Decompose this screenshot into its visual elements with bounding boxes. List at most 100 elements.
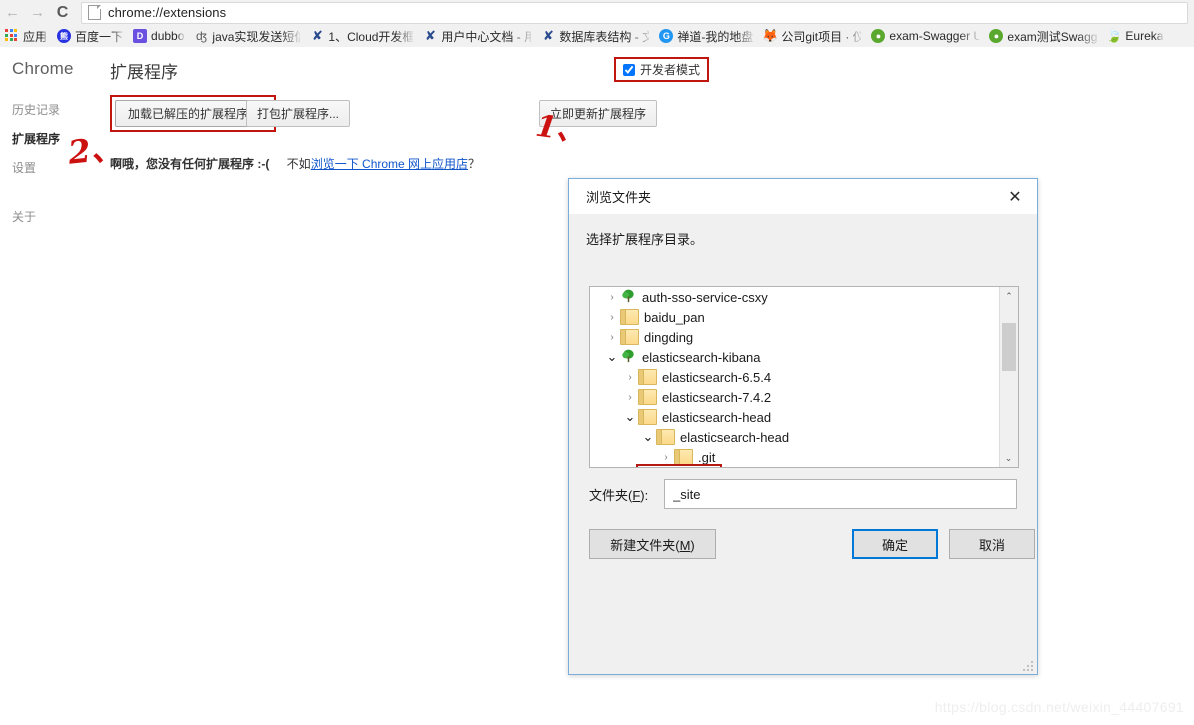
tree-item[interactable]: › baidu_pan xyxy=(590,307,998,327)
sidebar-divider xyxy=(0,182,110,202)
developer-mode-row: 开发者模式 xyxy=(613,57,709,82)
tree-item-label: elasticsearch-head xyxy=(662,409,772,425)
java-icon: ʤ xyxy=(195,29,207,43)
scrollbar-thumb[interactable] xyxy=(1002,323,1016,371)
tree-green-icon xyxy=(620,349,637,364)
sidebar-item-extensions[interactable]: 扩展程序 xyxy=(0,124,110,153)
sidebar-item-label: 关于 xyxy=(12,210,37,224)
sidebar-item-settings[interactable]: 设置 xyxy=(0,153,110,182)
bookmark-eureka[interactable]: 🍃 Eureka xyxy=(1102,25,1168,47)
chevron-down-icon[interactable]: ⌄ xyxy=(640,430,656,443)
folder-tree-list: › auth-sso-service-csxy › baidu_pan › dingdin… xyxy=(590,287,998,467)
folder-field-label: 文件夹(F): xyxy=(589,485,664,504)
tree-scrollbar[interactable]: ⌃ ⌄ xyxy=(999,287,1018,467)
new-folder-button[interactable]: 新建文件夹(M) xyxy=(589,529,716,559)
bookmark-label: 公司git项目 · 仪表 xyxy=(781,29,861,44)
pack-extension-button[interactable]: 打包扩展程序... xyxy=(246,100,351,127)
dialog-buttons: 新建文件夹(M) 确定 取消 xyxy=(589,529,1035,559)
bookmark-label: 用户中心文档 - 用 xyxy=(441,29,532,44)
tree-item[interactable]: › elasticsearch-7.4.2 xyxy=(590,387,998,407)
new-folder-label-post: ) xyxy=(690,537,695,553)
cancel-button[interactable]: 取消 xyxy=(949,529,1035,559)
bookmark-baidu[interactable]: 熊 百度一下 xyxy=(52,25,128,47)
chevron-right-icon[interactable]: › xyxy=(604,292,620,303)
bookmark-label: java实现发送短信 xyxy=(212,29,301,44)
resize-grip-icon[interactable] xyxy=(1023,661,1033,671)
sidebar-item-label: 历史记录 xyxy=(12,103,61,117)
extension-action-buttons: 加载已解压的扩展程序... 打包扩展程序... 立即更新扩展程序 xyxy=(110,95,1194,132)
folder-name-row: 文件夹(F): xyxy=(589,479,1017,509)
ok-button[interactable]: 确定 xyxy=(852,529,938,559)
bookmark-cloud-framework[interactable]: ✘ 1、Cloud开发框架 xyxy=(305,25,418,47)
bookmark-dubbo[interactable]: D dubbo xyxy=(128,25,189,47)
tree-item[interactable]: › dingding xyxy=(590,327,998,347)
bookmark-label: 禅道-我的地盘 xyxy=(677,29,754,44)
no-extensions-text: 啊哦，您没有任何扩展程序 :-( xyxy=(110,157,270,171)
folder-name-input[interactable] xyxy=(664,479,1017,509)
bookmark-company-git[interactable]: 🦊 公司git项目 · 仪表 xyxy=(758,25,866,47)
developer-mode-toggle[interactable]: 开发者模式 xyxy=(613,57,709,82)
chevron-right-icon[interactable]: › xyxy=(604,332,620,343)
bookmark-java-sms[interactable]: ʤ java实现发送短信 xyxy=(189,25,305,47)
tree-item[interactable]: ⌄ elasticsearch-head xyxy=(590,407,998,427)
reload-icon[interactable]: C xyxy=(50,0,75,25)
folder-icon xyxy=(620,329,639,345)
tree-item-label: auth-sso-service-csxy xyxy=(642,289,768,305)
tree-item[interactable]: › elasticsearch-6.5.4 xyxy=(590,367,998,387)
bookmark-db-schema[interactable]: ✘ 数据库表结构 - 文 xyxy=(536,25,654,47)
tree-item-label: .git xyxy=(698,449,716,465)
bookmark-label: dubbo xyxy=(151,29,185,43)
folder-icon xyxy=(656,429,675,445)
dialog-titlebar: 浏览文件夹 ✕ xyxy=(569,179,1037,214)
chevron-right-icon[interactable]: › xyxy=(658,452,674,463)
apps-grid-icon xyxy=(5,29,19,43)
tree-item[interactable]: › .git xyxy=(590,447,998,467)
sidebar-item-history[interactable]: 历史记录 xyxy=(0,95,110,124)
bookmark-zentao[interactable]: G 禅道-我的地盘 xyxy=(654,25,758,47)
chevron-right-icon[interactable]: › xyxy=(622,392,638,403)
tree-item[interactable]: ⌄ elasticsearch-head xyxy=(590,427,998,447)
sidebar-item-about[interactable]: 关于 xyxy=(0,202,110,231)
tree-item-label: baidu_pan xyxy=(644,309,705,325)
scroll-up-arrow-icon[interactable]: ⌃ xyxy=(1000,287,1018,305)
forward-arrow-icon[interactable]: → xyxy=(25,0,50,25)
developer-mode-checkbox[interactable] xyxy=(622,63,635,76)
webstore-link[interactable]: 浏览一下 Chrome 网上应用店 xyxy=(311,157,468,171)
tree-item[interactable]: › auth-sso-service-csxy xyxy=(590,287,998,307)
chevron-down-icon[interactable]: ⌄ xyxy=(604,350,620,363)
folder-icon xyxy=(638,409,657,425)
folder-tree-view[interactable]: › auth-sso-service-csxy › baidu_pan › dingdin… xyxy=(589,286,1019,468)
chrome-settings-sidebar: Chrome 历史记录 扩展程序 设置 关于 xyxy=(0,47,110,231)
tree-item-label: elasticsearch-7.4.2 xyxy=(662,389,772,405)
xmind-icon: ✘ xyxy=(311,28,323,43)
tree-item-label: elasticsearch-head xyxy=(680,429,790,445)
tree-item-label: elasticsearch-6.5.4 xyxy=(662,369,772,385)
bookmark-exam-test-swagger[interactable]: ● exam测试Swagger xyxy=(984,25,1102,47)
dubbo-icon: D xyxy=(133,29,148,43)
sidebar-item-label: 设置 xyxy=(12,161,37,175)
baidu-icon: 熊 xyxy=(57,29,72,43)
chevron-right-icon[interactable]: › xyxy=(604,312,620,323)
dialog-title: 浏览文件夹 xyxy=(586,190,652,205)
folder-icon xyxy=(620,309,639,325)
close-icon[interactable]: ✕ xyxy=(993,180,1037,214)
back-arrow-icon[interactable]: ← xyxy=(0,0,25,25)
chevron-down-icon[interactable]: ⌄ xyxy=(622,410,638,423)
bookmark-apps[interactable]: 应用 xyxy=(0,25,52,47)
browser-toolbar: ← → C chrome://extensions xyxy=(0,0,1194,26)
dialog-prompt: 选择扩展程序目录。 xyxy=(586,232,704,247)
bookmark-label: Eureka xyxy=(1125,29,1164,43)
swagger-icon: ● xyxy=(871,29,886,43)
swagger-icon: ● xyxy=(989,29,1004,43)
chevron-right-icon[interactable]: › xyxy=(622,372,638,383)
sidebar-item-label: 扩展程序 xyxy=(12,132,61,146)
browse-prefix: 不如 xyxy=(286,157,311,171)
bookmark-exam-swagger[interactable]: ● exam-Swagger UI xyxy=(866,25,984,47)
tree-item[interactable]: ⌄ elasticsearch-kibana xyxy=(590,347,998,367)
scroll-down-arrow-icon[interactable]: ⌄ xyxy=(1000,449,1017,467)
no-extensions-message: 啊哦，您没有任何扩展程序 :-( 不如浏览一下 Chrome 网上应用店？ xyxy=(110,155,1194,172)
update-extensions-button[interactable]: 立即更新扩展程序 xyxy=(539,100,658,127)
folder-icon xyxy=(674,449,693,465)
address-bar[interactable]: chrome://extensions xyxy=(81,1,1188,24)
bookmark-user-center-doc[interactable]: ✘ 用户中心文档 - 用 xyxy=(418,25,536,47)
